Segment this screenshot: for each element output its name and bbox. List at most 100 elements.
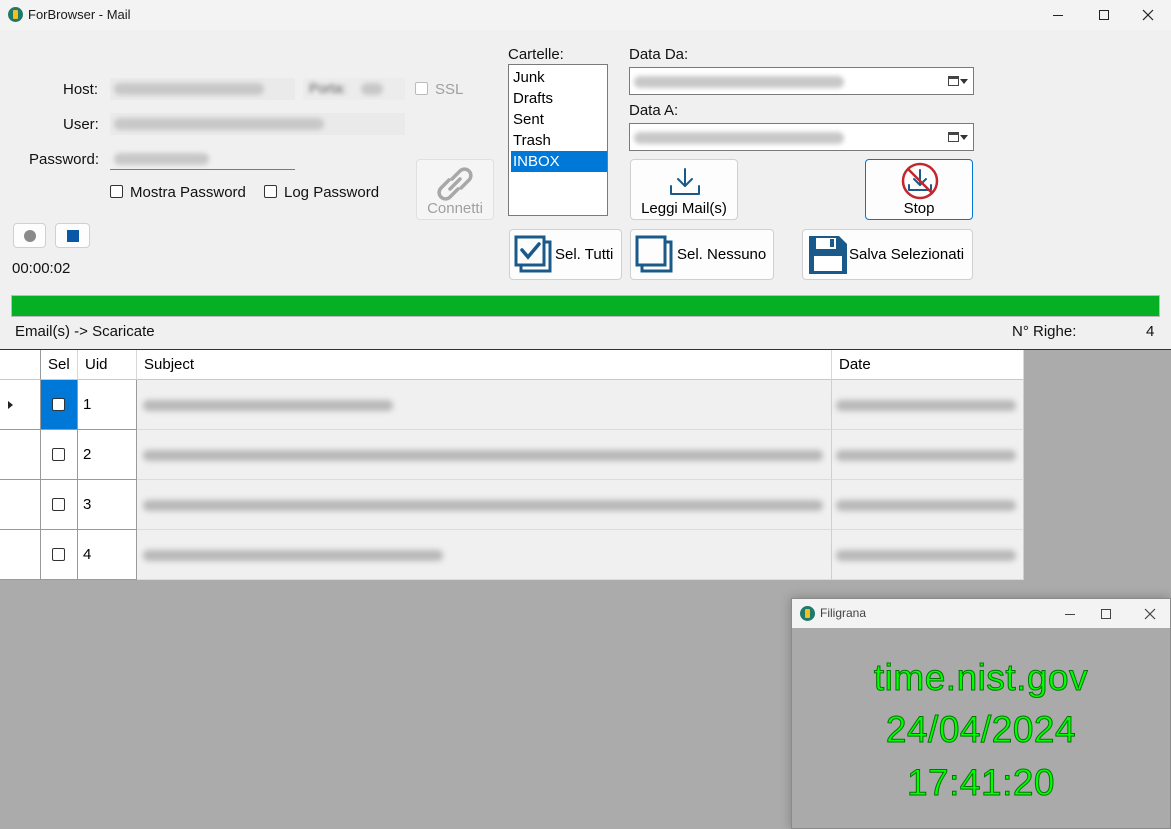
- close-icon: [1144, 608, 1156, 619]
- filigrana-title: Filigrana: [820, 606, 867, 620]
- column-header-date[interactable]: Date: [832, 350, 1024, 380]
- date-cell: [832, 480, 1024, 530]
- window-title: ForBrowser - Mail: [28, 7, 131, 22]
- connect-button[interactable]: Connetti: [416, 159, 494, 220]
- link-icon: [437, 167, 473, 201]
- close-icon: [1142, 9, 1154, 21]
- row-select-checkbox[interactable]: [52, 498, 65, 511]
- row-select-cell[interactable]: [41, 480, 78, 530]
- title-bar: ForBrowser - Mail: [0, 0, 1171, 30]
- row-header[interactable]: [0, 430, 41, 480]
- current-row-arrow-icon: [8, 401, 13, 409]
- host-label: Host:: [63, 81, 99, 98]
- date-to-label: Data A:: [629, 102, 679, 119]
- subject-cell: [137, 480, 832, 530]
- date-cell: [832, 530, 1024, 580]
- column-header-sel[interactable]: Sel: [41, 350, 78, 380]
- uid-cell: 4: [78, 530, 137, 580]
- column-header-uid[interactable]: Uid: [78, 350, 137, 380]
- date-cell: [832, 380, 1024, 430]
- rows-count-value: 4: [1146, 323, 1155, 340]
- select-none-button[interactable]: Sel. Nessuno: [630, 229, 774, 280]
- date-to-picker[interactable]: [629, 123, 974, 151]
- ssl-checkbox[interactable]: [415, 82, 428, 95]
- folder-item-trash[interactable]: Trash: [511, 130, 607, 151]
- record-icon: [24, 230, 36, 242]
- row-header[interactable]: [0, 480, 41, 530]
- stop-button[interactable]: Stop: [865, 159, 973, 220]
- date-cell: [832, 430, 1024, 480]
- folder-item-inbox[interactable]: INBOX: [511, 151, 607, 172]
- port-field[interactable]: Porta:: [303, 78, 405, 100]
- calendar-icon: [948, 76, 959, 86]
- maximize-icon: [1099, 10, 1109, 20]
- port-label: Porta:: [309, 80, 347, 96]
- row-select-checkbox[interactable]: [52, 548, 65, 561]
- calendar-icon: [948, 132, 959, 142]
- row-header[interactable]: [0, 380, 41, 430]
- minimize-icon: [1065, 613, 1075, 615]
- status-message: Email(s) -> Scaricate: [15, 323, 155, 340]
- uid-cell: 3: [78, 480, 137, 530]
- filigrana-maximize-button[interactable]: [1086, 599, 1126, 628]
- stop-timer-button[interactable]: [55, 223, 90, 248]
- row-header-corner: [0, 350, 41, 380]
- minimize-button[interactable]: [1035, 0, 1081, 30]
- subject-cell: [137, 380, 832, 430]
- subject-cell: [137, 430, 832, 480]
- folder-item-junk[interactable]: Junk: [511, 67, 607, 88]
- row-select-cell[interactable]: [41, 380, 78, 430]
- filigrana-minimize-button[interactable]: [1050, 599, 1090, 628]
- select-all-button[interactable]: Sel. Tutti: [509, 229, 622, 280]
- close-window-button[interactable]: [1125, 0, 1171, 30]
- checkbox-empty-icon: [635, 235, 673, 273]
- maximize-button[interactable]: [1081, 0, 1127, 30]
- row-select-cell[interactable]: [41, 430, 78, 480]
- show-password-label: Mostra Password: [130, 184, 246, 201]
- rows-count-label: N° Righe:: [1012, 323, 1077, 340]
- filigrana-close-button[interactable]: [1130, 599, 1170, 628]
- stop-label: Stop: [903, 200, 935, 217]
- stop-square-icon: [67, 230, 79, 242]
- chevron-down-icon: [960, 135, 968, 140]
- record-button[interactable]: [13, 223, 46, 248]
- maximize-icon: [1101, 608, 1111, 619]
- select-none-label: Sel. Nessuno: [677, 246, 767, 263]
- download-icon: [670, 168, 700, 195]
- log-password-checkbox[interactable]: [264, 185, 277, 198]
- uid-cell: 1: [78, 380, 137, 430]
- select-all-label: Sel. Tutti: [555, 246, 614, 263]
- save-selected-label: Salva Selezionati: [849, 246, 965, 263]
- stop-download-icon: [901, 162, 939, 200]
- row-select-cell[interactable]: [41, 530, 78, 580]
- column-header-subject[interactable]: Subject: [137, 350, 832, 380]
- save-selected-button[interactable]: Salva Selezionati: [802, 229, 973, 280]
- read-mail-button[interactable]: Leggi Mail(s): [630, 159, 738, 220]
- date-from-picker[interactable]: [629, 67, 974, 95]
- user-label: User:: [63, 116, 99, 133]
- uid-cell: 2: [78, 430, 137, 480]
- filigrana-time-text: 17:41:20: [906, 762, 1056, 804]
- row-header[interactable]: [0, 530, 41, 580]
- folders-label: Cartelle:: [508, 46, 564, 63]
- log-password-label: Log Password: [284, 184, 380, 201]
- minimize-icon: [1053, 15, 1063, 16]
- row-select-checkbox[interactable]: [52, 398, 65, 411]
- save-disk-icon: [809, 236, 847, 274]
- filigrana-title-bar: Filigrana: [792, 599, 1170, 628]
- ssl-label: SSL: [435, 81, 464, 98]
- folders-list[interactable]: Junk Drafts Sent Trash INBOX: [508, 64, 608, 216]
- filigrana-window: Filigrana time.nist.gov 24/04/2024 17:41…: [791, 598, 1171, 829]
- folder-item-drafts[interactable]: Drafts: [511, 88, 607, 109]
- time-server-text: time.nist.gov: [873, 657, 1089, 699]
- row-select-checkbox[interactable]: [52, 448, 65, 461]
- folder-item-sent[interactable]: Sent: [511, 109, 607, 130]
- checkbox-checked-icon: [514, 235, 552, 273]
- show-password-checkbox[interactable]: [110, 185, 123, 198]
- password-input[interactable]: [110, 148, 295, 170]
- filigrana-date-text: 24/04/2024: [885, 709, 1077, 751]
- host-input[interactable]: [110, 78, 295, 100]
- download-progress-bar: [11, 295, 1160, 317]
- user-input[interactable]: [110, 113, 405, 135]
- subject-cell: [137, 530, 832, 580]
